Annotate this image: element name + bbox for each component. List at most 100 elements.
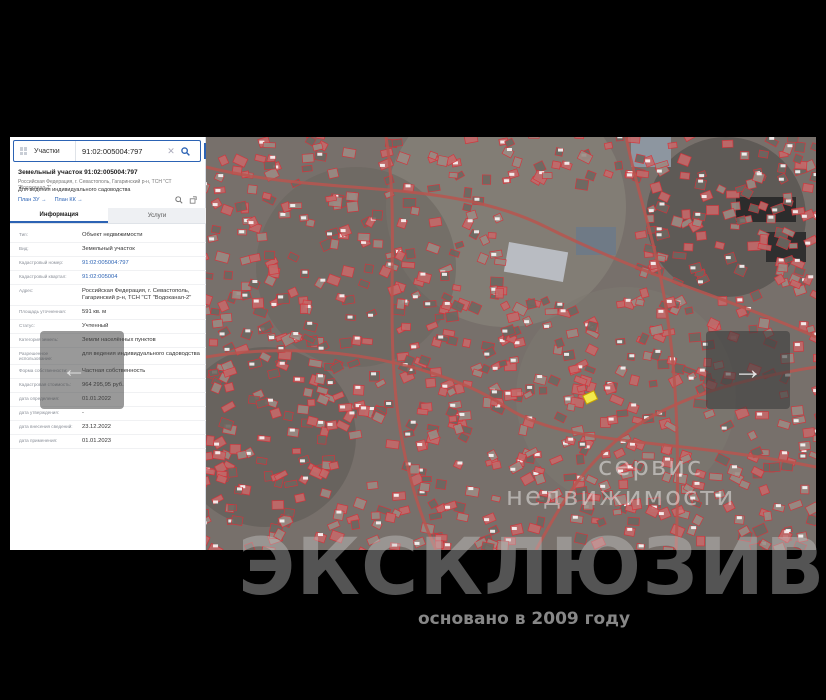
parcel-label <box>318 346 324 350</box>
parcel <box>566 402 576 412</box>
tab-info[interactable]: Информация <box>10 208 108 223</box>
parcel-label <box>808 275 814 279</box>
parcel <box>370 511 381 520</box>
parcel <box>790 405 804 417</box>
parcel <box>684 306 694 315</box>
parcel-label <box>620 366 626 370</box>
parcel <box>763 510 773 522</box>
parcel <box>396 298 406 310</box>
parcel-label <box>459 412 465 416</box>
parcel <box>489 276 504 287</box>
plan-zu-link[interactable]: План ЗУ → <box>18 197 47 203</box>
parcel <box>648 379 658 388</box>
parcel-label <box>800 443 806 447</box>
parcel <box>436 154 449 167</box>
prev-photo-button[interactable]: ← <box>40 331 124 409</box>
parcel <box>421 476 432 483</box>
parcel <box>210 307 221 316</box>
parcel <box>361 337 373 346</box>
layer-select[interactable]: Участки <box>14 141 76 161</box>
parcel <box>283 410 294 422</box>
parcel <box>296 404 310 415</box>
property-row: Вид: Земельный участок <box>10 243 206 257</box>
parcel-label <box>442 384 448 388</box>
parcel-label <box>772 208 778 212</box>
parcel-label <box>560 309 566 313</box>
parcel <box>341 147 357 159</box>
parcel-label <box>368 313 374 317</box>
parcel-label <box>756 172 762 176</box>
parcel <box>667 141 678 150</box>
parcel-label <box>361 240 367 244</box>
property-value[interactable]: 91:02:005004:797 <box>74 257 206 270</box>
parcel-label <box>242 293 248 297</box>
parcel-label <box>280 212 286 216</box>
parcel <box>757 149 770 159</box>
parcel <box>402 197 417 208</box>
parcel-label <box>645 159 651 163</box>
parcel-label <box>259 436 265 440</box>
grid-icon <box>20 147 28 155</box>
parcel <box>401 322 412 331</box>
parcel-label <box>393 493 399 497</box>
plan-kk-link[interactable]: План КК → <box>55 197 83 203</box>
parcel-label <box>801 214 807 218</box>
share-icon[interactable] <box>189 196 197 204</box>
parcel <box>329 238 340 250</box>
parcel <box>247 184 258 195</box>
search-button[interactable] <box>176 141 194 161</box>
parcel-label <box>290 204 296 208</box>
parcel-label <box>289 428 295 432</box>
next-photo-button[interactable]: → <box>706 331 790 409</box>
parcel <box>757 317 771 330</box>
parcel-label <box>695 212 701 216</box>
parcel-label <box>775 504 781 508</box>
parcel <box>391 138 403 148</box>
parcel-label <box>648 209 654 213</box>
parcel-label <box>813 173 816 177</box>
parcel <box>642 350 653 361</box>
parcel-label <box>697 280 703 284</box>
property-row: дата утверждения: - <box>10 407 206 421</box>
property-key: Тип: <box>19 232 28 237</box>
parcel <box>801 182 815 193</box>
parcel <box>231 289 242 300</box>
parcel <box>679 171 691 180</box>
parcel <box>236 450 248 460</box>
parcel-label <box>656 169 662 173</box>
parcel-label <box>252 280 258 284</box>
parcel <box>271 500 285 510</box>
tab-services[interactable]: Услуги <box>108 208 206 223</box>
parcel-label <box>468 487 474 491</box>
service-watermark-line1: сервис <box>598 452 704 482</box>
parcel <box>405 248 416 260</box>
parcel-label <box>271 302 277 306</box>
parcel <box>371 209 384 221</box>
parcel <box>409 464 420 475</box>
parcel <box>366 480 379 491</box>
parcel <box>434 313 445 321</box>
cadastral-map[interactable]: сервис недвижимости → <box>206 137 816 550</box>
parcel-label <box>557 302 563 306</box>
parcel-label <box>617 137 623 139</box>
parcel-label <box>340 229 346 233</box>
parcel-label <box>787 144 793 148</box>
parcel <box>327 167 340 180</box>
parcel <box>525 298 537 310</box>
parcel-label <box>294 377 300 381</box>
close-icon[interactable]: ✕ <box>166 146 176 157</box>
search-input[interactable] <box>76 146 166 156</box>
parcel-label <box>206 521 207 525</box>
parcel-label <box>699 174 705 178</box>
parcel-label <box>279 519 285 523</box>
parcel-label <box>457 461 463 465</box>
parcel <box>626 137 641 144</box>
parcel-label <box>510 358 516 362</box>
zoom-to-icon[interactable] <box>175 196 183 204</box>
parcel-label <box>544 324 550 328</box>
property-value[interactable]: 91:02:005004 <box>74 271 206 284</box>
parcel-label <box>506 148 512 152</box>
parcel-label <box>794 343 800 347</box>
parcel <box>688 332 702 343</box>
parcel <box>234 200 248 213</box>
